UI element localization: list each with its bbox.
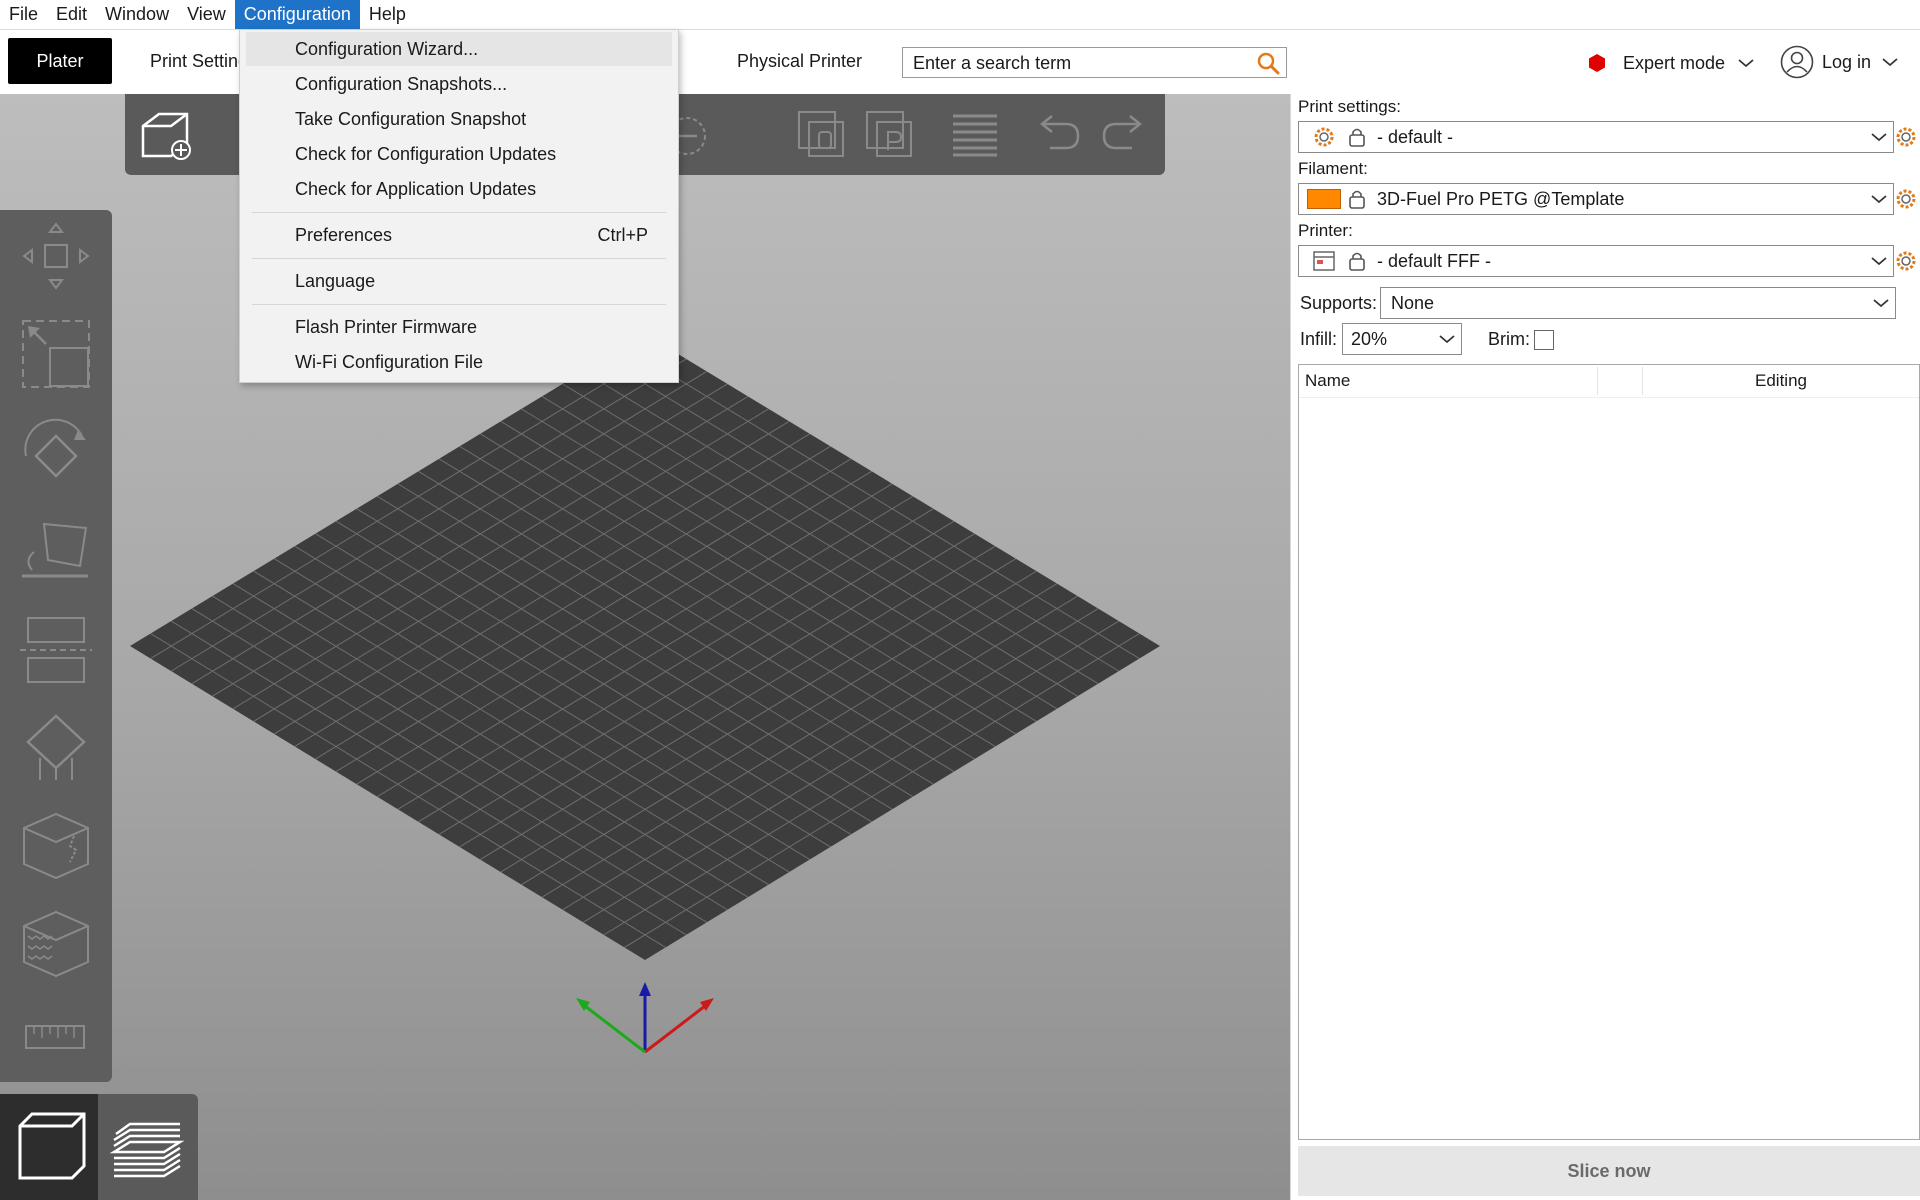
mode-selector[interactable]: Expert mode [1587, 49, 1755, 77]
chevron-down-icon [1873, 299, 1889, 308]
print-settings-edit-gear-icon[interactable] [1895, 126, 1917, 148]
filament-color-swatch[interactable] [1307, 189, 1341, 209]
printer-combo[interactable]: - default FFF - [1298, 245, 1894, 277]
object-list[interactable]: Name Editing [1298, 364, 1920, 1140]
chevron-down-icon [1871, 257, 1887, 266]
infill-value: 20% [1351, 329, 1388, 349]
printer-icon [1313, 251, 1335, 271]
column-editing[interactable]: Editing [1755, 371, 1807, 391]
menu-item-language[interactable]: Language [246, 264, 672, 298]
tab-physical-printer[interactable]: Physical Printer [737, 38, 862, 84]
view-toggle [0, 1094, 198, 1200]
menu-file[interactable]: File [0, 0, 47, 29]
preview-button[interactable] [98, 1094, 198, 1200]
layers-stack-icon [110, 1122, 184, 1178]
mode-label: Expert mode [1623, 52, 1726, 73]
undo-icon[interactable] [1030, 114, 1082, 154]
search-icon[interactable] [1256, 51, 1280, 75]
rotate-icon[interactable] [20, 416, 92, 488]
3d-cube-icon [18, 1112, 86, 1180]
column-divider [1642, 367, 1643, 395]
fuzzy-skin-icon[interactable] [20, 908, 92, 980]
seam-painting-icon[interactable] [20, 810, 92, 882]
layers-editing-icon[interactable] [951, 110, 999, 158]
menu-bar: File Edit Window View Configuration Help [0, 0, 1920, 30]
object-list-header: Name Editing [1299, 365, 1919, 398]
measure-icon[interactable] [24, 1018, 88, 1058]
menu-item-flash-printer-firmware[interactable]: Flash Printer Firmware [246, 310, 672, 344]
printer-label: Printer: [1298, 221, 1353, 240]
infill-label: Infill: [1300, 329, 1338, 349]
chevron-down-icon [1871, 195, 1887, 204]
menu-item-take-configuration-snapshot[interactable]: Take Configuration Snapshot [246, 102, 672, 136]
expert-mode-hexagon-icon [1589, 54, 1605, 72]
column-divider [1597, 367, 1598, 395]
print-settings-label: Print settings: [1298, 97, 1401, 116]
menu-item-check-configuration-updates[interactable]: Check for Configuration Updates [246, 137, 672, 171]
chevron-down-icon [1882, 58, 1898, 67]
preferences-shortcut: Ctrl+P [597, 225, 648, 245]
y-axis [584, 1004, 646, 1054]
redo-icon[interactable] [1100, 114, 1152, 154]
filament-combo[interactable]: 3D-Fuel Pro PETG @Template [1298, 183, 1894, 215]
login-button[interactable]: Log in [1780, 44, 1899, 80]
lock-icon [1349, 190, 1365, 209]
supports-label: Supports: [1300, 293, 1378, 313]
copy-icon[interactable] [795, 108, 847, 160]
brim-checkbox[interactable] [1534, 330, 1554, 350]
move-icon[interactable] [20, 220, 92, 292]
menu-separator [252, 212, 666, 213]
menu-item-wifi-configuration-file[interactable]: Wi-Fi Configuration File [246, 345, 672, 379]
x-axis [644, 1004, 706, 1054]
brim-label: Brim: [1488, 329, 1530, 349]
user-icon [1780, 45, 1814, 79]
menu-item-configuration-snapshots[interactable]: Configuration Snapshots... [246, 67, 672, 101]
menu-separator [252, 304, 666, 305]
menu-item-preferences[interactable]: Preferences Ctrl+P [246, 218, 672, 252]
place-on-face-icon[interactable] [20, 514, 92, 586]
menu-separator [252, 258, 666, 259]
menu-configuration[interactable]: Configuration [234, 0, 360, 29]
menu-edit[interactable]: Edit [47, 0, 96, 29]
filament-label: Filament: [1298, 159, 1368, 178]
cut-icon[interactable] [20, 614, 92, 686]
menu-view[interactable]: View [178, 0, 235, 29]
print-settings-combo[interactable]: - default - [1298, 121, 1894, 153]
left-toolbar [0, 210, 112, 1082]
filament-value: 3D-Fuel Pro PETG @Template [1377, 189, 1625, 209]
menu-item-check-application-updates[interactable]: Check for Application Updates [246, 172, 672, 206]
3d-view-button[interactable] [0, 1094, 98, 1200]
menu-window[interactable]: Window [96, 0, 178, 29]
infill-combo[interactable]: 20% [1342, 323, 1462, 355]
supports-value: None [1391, 293, 1435, 313]
lock-icon [1349, 128, 1365, 147]
add-object-icon[interactable] [139, 108, 193, 162]
login-label: Log in [1822, 51, 1872, 72]
paste-icon[interactable] [863, 108, 915, 160]
tab-plater[interactable]: Plater [8, 38, 112, 84]
support-painting-icon[interactable] [20, 712, 92, 784]
chevron-down-icon [1871, 133, 1887, 142]
print-settings-gear-icon [1314, 127, 1334, 147]
menu-help[interactable]: Help [360, 0, 415, 29]
printer-edit-gear-icon[interactable] [1895, 250, 1917, 272]
supports-combo[interactable]: None [1380, 287, 1896, 319]
scale-icon[interactable] [20, 318, 92, 390]
menu-item-configuration-wizard[interactable]: Configuration Wizard... [246, 32, 672, 66]
chevron-down-icon [1439, 335, 1455, 344]
right-sidebar: Print settings: - default - Filament: 3D… [1290, 94, 1920, 1200]
chevron-down-icon [1738, 59, 1754, 68]
lock-icon [1349, 252, 1365, 271]
search-box [902, 47, 1287, 79]
column-name[interactable]: Name [1305, 371, 1350, 391]
print-settings-value: - default - [1377, 127, 1454, 147]
slice-now-button[interactable]: Slice now [1298, 1146, 1920, 1196]
search-input[interactable] [911, 48, 1245, 79]
configuration-dropdown-menu: Configuration Wizard... Configuration Sn… [239, 29, 679, 383]
filament-edit-gear-icon[interactable] [1895, 188, 1917, 210]
printer-value: - default FFF - [1377, 251, 1492, 271]
